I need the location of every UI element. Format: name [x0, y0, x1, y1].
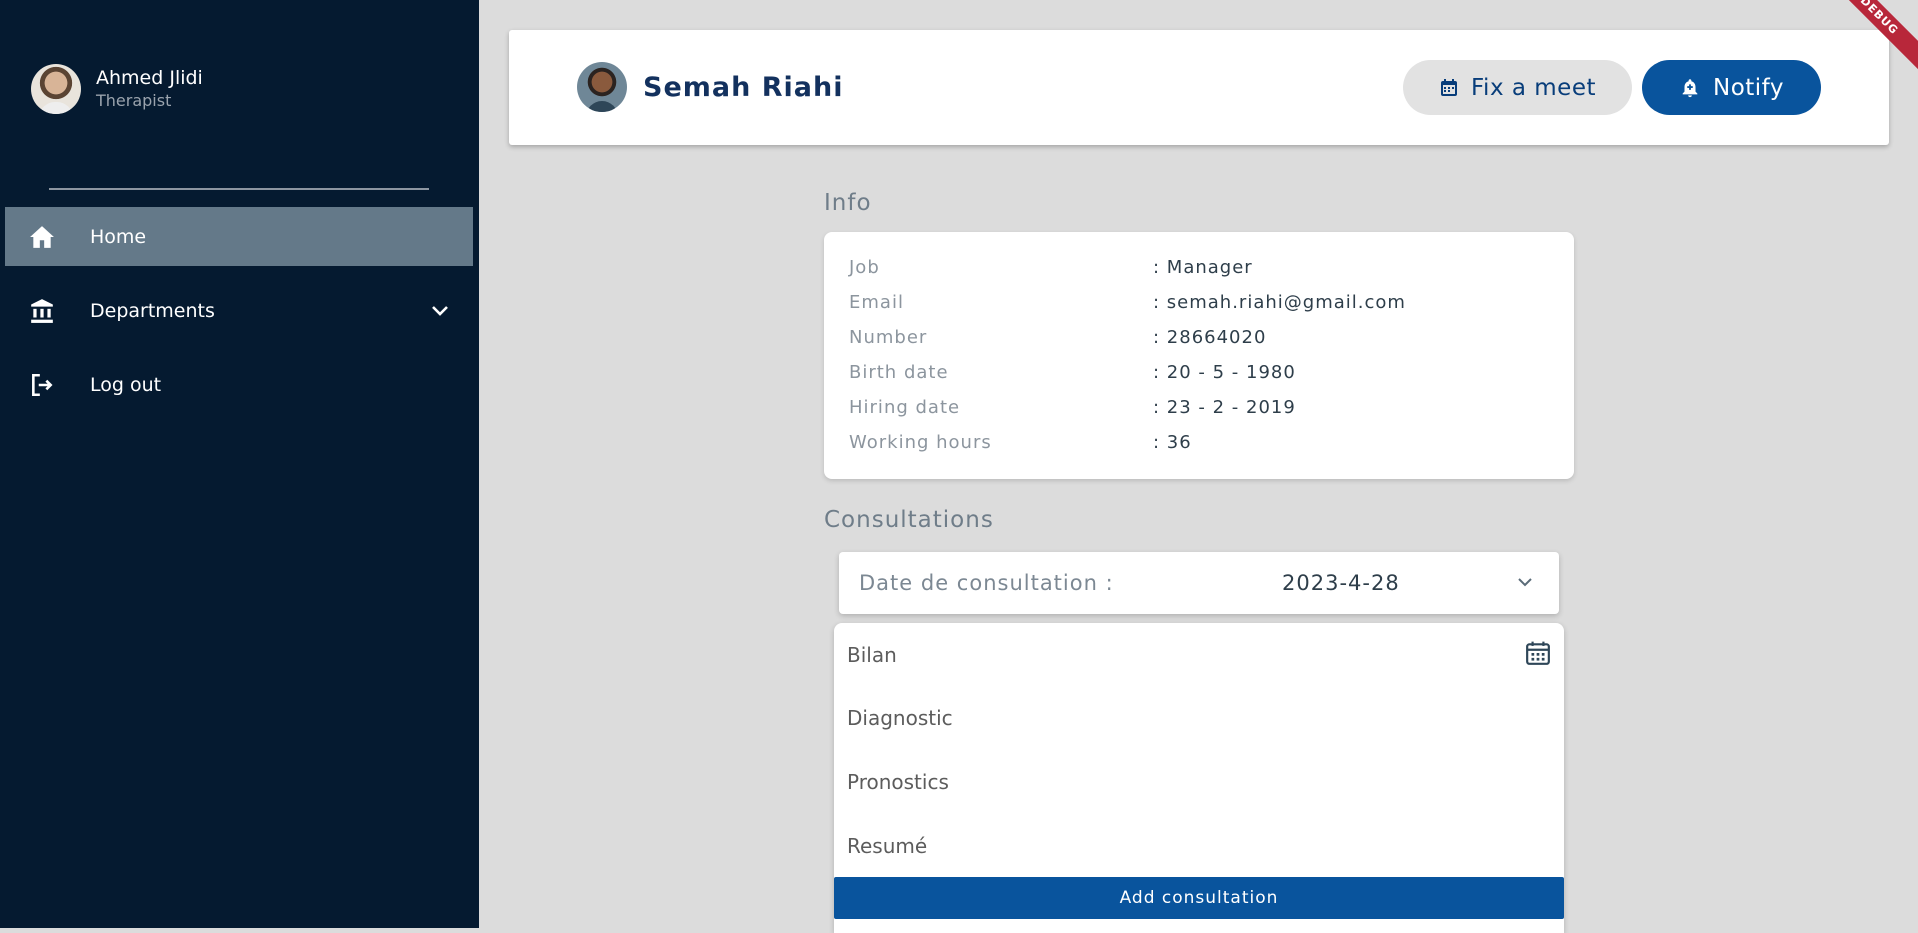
calendar-icon [1441, 78, 1457, 96]
user-profile: Ahmed Jlidi Therapist [31, 64, 203, 114]
consultations-title: Consultations [824, 507, 994, 533]
consultation-item-bilan[interactable]: Bilan [847, 643, 897, 667]
info-value: : 36 [1153, 432, 1192, 453]
sidebar: Ahmed Jlidi Therapist Home Departments L… [0, 0, 479, 928]
sidebar-item-departments[interactable]: Departments [5, 281, 473, 340]
patient-avatar [577, 62, 627, 112]
user-role: Therapist [96, 91, 172, 110]
date-select-label: Date de consultation : [859, 571, 1114, 595]
consultation-item-resume[interactable]: Resumé [847, 834, 927, 858]
bell-plus-icon [1682, 78, 1698, 97]
info-row-hiring-date: Hiring date : 23 - 2 - 2019 [849, 397, 1549, 432]
info-row-email: Email : semah.riahi@gmail.com [849, 292, 1549, 327]
consultation-item-pronostics[interactable]: Pronostics [847, 770, 949, 794]
sidebar-item-logout[interactable]: Log out [5, 355, 473, 414]
info-value: : 23 - 2 - 2019 [1153, 397, 1296, 418]
info-row-working-hours: Working hours : 36 [849, 432, 1549, 467]
fix-meet-label: Fix a meet [1471, 74, 1596, 101]
info-value: : Manager [1153, 257, 1253, 278]
info-title: Info [824, 190, 872, 216]
patient-name: Semah Riahi [643, 72, 844, 103]
notify-label: Notify [1713, 74, 1784, 101]
calendar-icon[interactable] [1525, 640, 1551, 670]
fix-meet-button[interactable]: Fix a meet [1403, 60, 1632, 115]
info-label: Working hours [849, 432, 992, 453]
patient-header: Semah Riahi Fix a meet Notify [509, 30, 1889, 145]
user-name: Ahmed Jlidi [96, 67, 203, 89]
sidebar-divider [49, 188, 429, 190]
user-info: Ahmed Jlidi Therapist [96, 66, 203, 112]
home-icon [27, 222, 57, 252]
bank-icon [27, 296, 57, 326]
logout-icon [27, 370, 57, 400]
info-card: Job : Manager Email : semah.riahi@gmail.… [824, 232, 1574, 479]
info-row-number: Number : 28664020 [849, 327, 1549, 362]
info-label: Job [849, 257, 880, 278]
sidebar-item-home[interactable]: Home [5, 207, 473, 266]
user-avatar [31, 64, 81, 114]
consultation-date-select[interactable]: Date de consultation : 2023-4-28 [839, 552, 1559, 614]
notify-button[interactable]: Notify [1642, 60, 1821, 115]
chevron-down-icon [1516, 572, 1534, 596]
sidebar-item-label: Departments [90, 299, 215, 322]
info-label: Birth date [849, 362, 949, 383]
date-select-value: 2023-4-28 [1282, 571, 1400, 595]
chevron-down-icon[interactable] [429, 300, 451, 322]
add-consultation-button[interactable]: Add consultation [834, 877, 1564, 919]
info-row-job: Job : Manager [849, 257, 1549, 292]
info-label: Email [849, 292, 904, 313]
info-row-birth-date: Birth date : 20 - 5 - 1980 [849, 362, 1549, 397]
info-value: : 28664020 [1153, 327, 1267, 348]
sidebar-item-label: Home [90, 225, 147, 248]
sidebar-item-label: Log out [90, 373, 162, 396]
info-label: Number [849, 327, 928, 348]
consultation-item-diagnostic[interactable]: Diagnostic [847, 706, 953, 730]
info-value: : semah.riahi@gmail.com [1153, 292, 1406, 313]
info-value: : 20 - 5 - 1980 [1153, 362, 1296, 383]
info-label: Hiring date [849, 397, 961, 418]
